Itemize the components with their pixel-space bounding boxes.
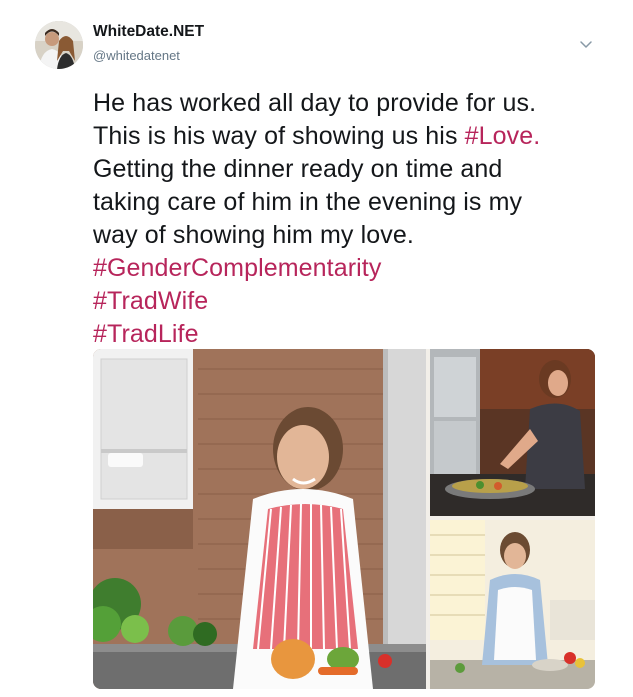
avatar[interactable] bbox=[35, 21, 83, 69]
hashtag-tradwife[interactable]: #TradWife bbox=[93, 285, 603, 318]
media-grid bbox=[93, 349, 595, 689]
display-name[interactable]: WhiteDate.NET bbox=[93, 23, 204, 41]
media-photo-bottom-right[interactable] bbox=[430, 520, 595, 689]
hashtag-love[interactable]: #Love. bbox=[465, 122, 541, 150]
tweet-text-segment: This is his way of showing us his bbox=[93, 122, 465, 150]
tweet-text-line: He has worked all day to provide for us. bbox=[93, 89, 537, 117]
chevron-down-icon[interactable] bbox=[578, 36, 594, 52]
media-photo-main[interactable] bbox=[93, 349, 426, 689]
tweet-text-line: taking care of him in the evening is my bbox=[93, 188, 523, 216]
media-photo-top-right[interactable] bbox=[430, 349, 595, 516]
tweet-text-line: Getting the dinner ready on time and bbox=[93, 155, 503, 183]
tweet-text-line: This is his way of showing us his #Love. bbox=[93, 120, 603, 153]
hashtag-gender-complementarity[interactable]: #GenderComplementarity bbox=[93, 252, 603, 285]
hashtag-tradlife[interactable]: #TradLife bbox=[93, 318, 603, 351]
tweet-text-line: way of showing him my love. bbox=[93, 221, 414, 249]
tweet-text: He has worked all day to provide for us.… bbox=[93, 87, 603, 351]
tweet: WhiteDate.NET @whitedatenet He has worke… bbox=[0, 0, 633, 697]
user-handle[interactable]: @whitedatenet bbox=[93, 48, 180, 63]
